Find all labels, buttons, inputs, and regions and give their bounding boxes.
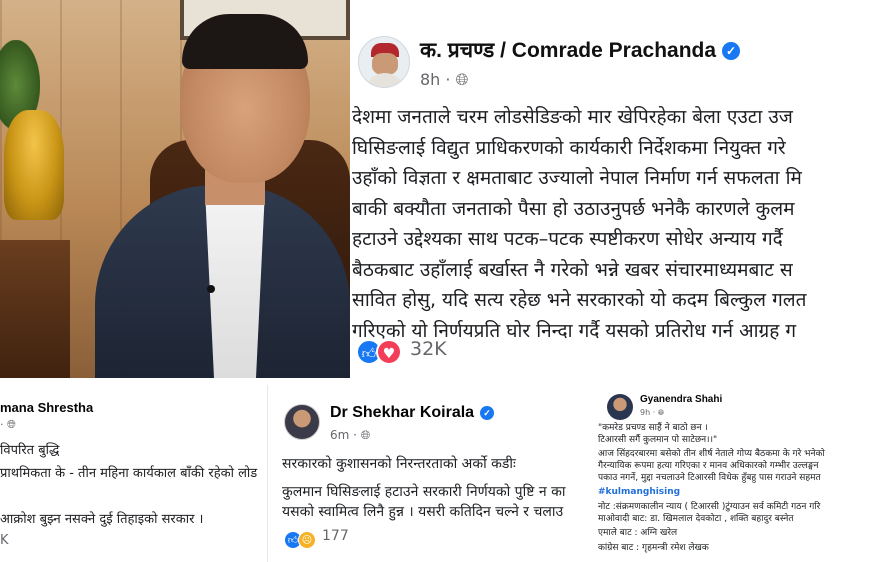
post-right-line: माओवादी बाट: डा. खिमलाल देवकोटा , शक्ति … (598, 514, 794, 524)
post-line: सावित होसु, यदि सत्य रहेछ भने सरकारको यो… (352, 289, 807, 311)
lapel-mic (207, 285, 215, 293)
globe-icon: 🌐︎ (360, 428, 371, 442)
post-author-name[interactable]: क. प्रचण्ड / Comrade Prachanda ✓ (420, 36, 741, 64)
post-middle-author-text[interactable]: Dr Shekhar Koirala (330, 404, 474, 421)
globe-icon: 🌐︎ (7, 418, 16, 431)
post-middle-line: कुलमान घिसिङलाई हटाउने सरकारी निर्णयको प… (282, 484, 566, 500)
post-middle-reaction-count[interactable]: 177 (322, 528, 349, 544)
post-avatar[interactable] (358, 36, 410, 88)
post-left-reaction-count[interactable]: K (0, 533, 9, 548)
post-right-avatar[interactable] (607, 394, 633, 420)
post-middle-time-text[interactable]: 6m · (330, 428, 361, 442)
post-right-line: आज सिंहदरबारमा बसेको तीन शीर्ष नेताले गो… (598, 449, 825, 459)
post-right-line: पकाउ नगर्ने, मुद्दा नचलाउने टिआरसी विधेक… (598, 473, 821, 483)
news-photo (0, 0, 350, 378)
post-middle-line: सरकारको कुशासनको निरन्तरताको अर्को कडीः (282, 456, 516, 472)
post-body: देशमा जनताले चरम लोडसेडिङको मार खेपिरहेक… (352, 102, 870, 346)
post-left-line: प्राथमिकता के - तीन महिना कार्यकाल बाँकी… (0, 466, 258, 481)
reaction-summary[interactable]: 👍︎ ♥ 32K (356, 338, 447, 366)
post-right-line: "कमरेड प्रचण्ड साहैं ने बाठो छन । (598, 423, 708, 433)
verified-badge-icon: ✓ (722, 42, 741, 60)
globe-icon: 🌐︎ (455, 70, 469, 89)
post-line: उहाँको विज्ञता र क्षमताबाट उज्यालो नेपाल… (352, 167, 802, 189)
post-right-line: गैरन्यायिक रूपमा हत्या गरिएका र मानव अधि… (598, 461, 819, 471)
post-middle-avatar[interactable] (284, 404, 320, 440)
post-right-line: नोट :संक्रमणकालीन न्याय ( टिआरसी )टुंग्य… (598, 502, 821, 512)
post-left-time[interactable]: · 🌐︎ (0, 418, 16, 432)
sad-reaction-icon: ☹ (298, 531, 316, 549)
post-right-time[interactable]: 9h · 🌐︎ (640, 408, 664, 418)
avatar-body (365, 73, 405, 87)
golden-statue (4, 110, 64, 220)
post-timestamp[interactable]: 8h · 🌐︎ (420, 70, 468, 90)
post-right-line: एमाले बाट : अग्नि खरेल (598, 528, 678, 538)
post-right-author[interactable]: Gyanendra Shahi (640, 394, 722, 405)
avatar-face (372, 53, 398, 75)
hashtag-link[interactable]: #kulmanghising (598, 487, 680, 498)
post-middle-author[interactable]: Dr Shekhar Koirala ✓ (330, 404, 495, 422)
post-right-time-text[interactable]: 9h · (640, 408, 658, 417)
side-table (0, 240, 70, 378)
post-line: घिसिङलाई विद्युत प्राधिकरणको कार्यकारी न… (352, 136, 786, 159)
post-left-line: विपरित बुद्धि (0, 443, 60, 458)
post-right-line: टिआरसी सर्गै कुलमान पो साटेछन।।" (598, 435, 718, 445)
love-reaction-icon: ♥ (376, 339, 402, 365)
reaction-count[interactable]: 32K (410, 338, 447, 360)
post-middle-time[interactable]: 6m · 🌐︎ (330, 428, 370, 443)
post-author-text[interactable]: क. प्रचण्ड / Comrade Prachanda (420, 39, 716, 62)
post-middle-reactions[interactable]: 👍︎ ☹ 177 (284, 528, 349, 549)
post-line: हटाउने उद्देश्यका साथ पटक–पटक स्पष्टीकरण… (352, 228, 783, 250)
globe-icon: 🌐︎ (657, 408, 665, 417)
post-right-line: कांग्रेस बाट : गृहमन्त्री रमेश लेखक (598, 543, 709, 553)
verified-badge-icon: ✓ (480, 406, 495, 420)
post-time-text[interactable]: 8h · (420, 70, 456, 89)
post-left-time-text[interactable]: · (0, 418, 7, 431)
post-left-author[interactable]: mana Shrestha (0, 400, 93, 415)
post-line: देशमा जनताले चरम लोडसेडिङको मार खेपिरहेक… (352, 106, 793, 128)
shirt (205, 190, 265, 378)
post-left-line: आक्रोश बुझ्न नसक्ने दुई तिहाइको सरकार । (0, 512, 204, 527)
post-line: बैठकबाट उहाँलाई बर्खास्त नै गरेको भन्ने … (352, 258, 793, 281)
post-line: बाकी बक्यौता जनताको पैसा हो उठाउनुपर्छ भ… (352, 197, 795, 220)
post-middle-line: यसको स्वामित्व लिनै हुन्न । यसरी कतिदिन … (282, 504, 564, 520)
